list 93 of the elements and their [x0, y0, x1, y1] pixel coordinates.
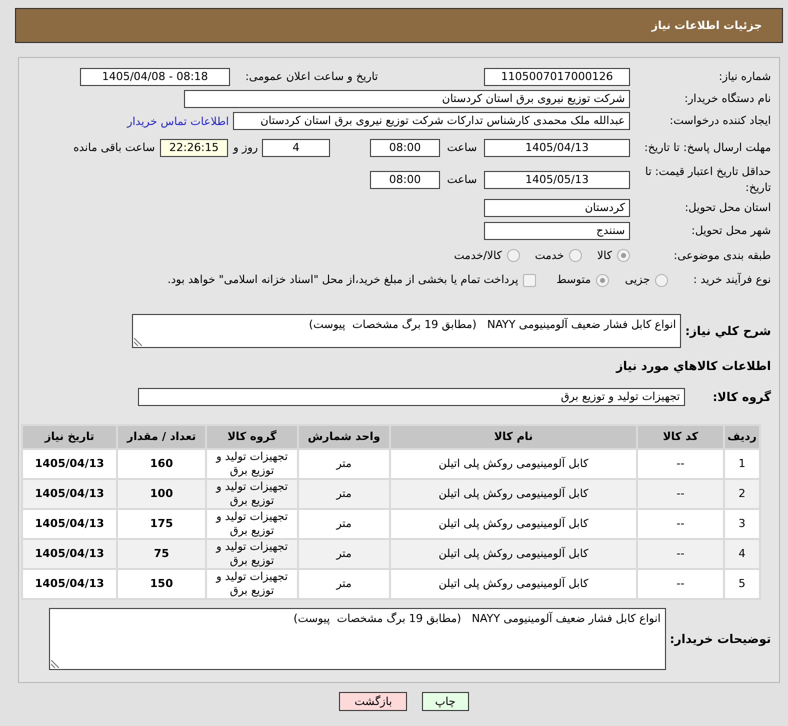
- buyer-contact-link[interactable]: اطلاعات تماس خریدار: [127, 114, 229, 128]
- field-label: مهلت ارسال پاسخ: تا تاریخ:: [643, 140, 771, 156]
- table-cell: متر: [299, 540, 389, 568]
- section-label: توضیحات خریدار:: [670, 631, 771, 647]
- table-cell: --: [638, 540, 723, 568]
- radio-button[interactable]: [506, 249, 520, 262]
- column-header: تاریخ نیاز: [23, 426, 116, 448]
- description-field[interactable]: انواع کابل فشار ضعیف آلومینیومی NAYY (مطابق 19 برگ مشخصات پیوست): [132, 314, 682, 348]
- field-label: روز و: [232, 140, 258, 156]
- table-cell: کابل آلومینیومی روکش پلی اتیلن: [391, 510, 636, 538]
- table-cell: کابل آلومینیومی روکش پلی اتیلن: [391, 540, 636, 568]
- column-header: تعداد / مقدار: [118, 426, 205, 448]
- table-cell: 100: [118, 480, 205, 508]
- radio-label: متوسط: [556, 272, 591, 288]
- column-header: گروه کالا: [207, 426, 297, 448]
- table-cell: 1405/04/13: [23, 510, 116, 538]
- column-header: کد کالا: [638, 426, 723, 448]
- announcement-date-field[interactable]: 1405/04/08 - 08:18: [80, 68, 230, 86]
- table-cell: متر: [299, 450, 389, 478]
- table-cell: 1: [725, 450, 759, 478]
- table-cell: 1405/04/13: [23, 570, 116, 598]
- city-field[interactable]: سنندج: [484, 222, 630, 240]
- radio-button[interactable]: [569, 249, 582, 262]
- section-label: گروه کالا:: [712, 389, 771, 405]
- column-header: واحد شمارش: [299, 426, 389, 448]
- page-title: جزئیات اطلاعات نیاز: [652, 19, 762, 32]
- resize-grip-icon[interactable]: [50, 660, 59, 668]
- table-cell: 1405/04/13: [23, 480, 116, 508]
- radio-label: کالا/خدمت: [454, 248, 502, 264]
- validity-time-field[interactable]: 08:00: [370, 171, 440, 189]
- print-button[interactable]: چاپ: [422, 692, 469, 711]
- requester-field[interactable]: عبدالله ملک محمدی کارشناس تدارکات شرکت توزیع نیروی برق استان کردستان: [233, 112, 630, 130]
- goods-group-field[interactable]: تجهیزات تولید و توزیع برق: [138, 388, 685, 406]
- table-cell: متر: [299, 570, 389, 598]
- radio-button[interactable]: [617, 249, 630, 262]
- days-field[interactable]: 4: [262, 138, 330, 156]
- field-label: استان محل تحویل:: [684, 200, 771, 216]
- validity-date-field[interactable]: 1405/05/13: [484, 171, 630, 189]
- table-cell: کابل آلومینیومی روکش پلی اتیلن: [391, 450, 636, 478]
- table-cell: تجهیزات تولید و توزیع برق: [207, 450, 297, 478]
- table-cell: --: [638, 510, 723, 538]
- field-label: شماره نیاز:: [718, 69, 771, 85]
- table-cell: تجهیزات تولید و توزیع برق: [207, 510, 297, 538]
- checkbox[interactable]: [523, 274, 536, 286]
- field-label: ساعت: [446, 172, 478, 188]
- radio-label: خدمت: [534, 248, 564, 264]
- table-cell: 3: [725, 510, 759, 538]
- field-label: طبقه بندی موضوعی:: [672, 248, 771, 264]
- table-cell: 75: [118, 540, 205, 568]
- resize-grip-icon[interactable]: [134, 338, 142, 346]
- field-label: نوع فرآیند خرید :: [692, 272, 771, 288]
- table-cell: تجهیزات تولید و توزیع برق: [207, 540, 297, 568]
- column-header: ردیف: [725, 426, 759, 448]
- field-label: تاریخ و ساعت اعلان عمومی:: [244, 69, 378, 85]
- table-cell: کابل آلومینیومی روکش پلی اتیلن: [391, 570, 636, 598]
- field-label: ایجاد کننده درخواست:: [668, 113, 771, 129]
- checkbox-label: پرداخت تمام یا بخشی از مبلغ خرید،از محل "اسناد خزانه اسلامی" خواهد بود.: [168, 272, 518, 288]
- remaining-time-field[interactable]: 22:26:15: [160, 138, 228, 156]
- buyer-notes-field[interactable]: انواع کابل فشار ضعیف آلومینیومی NAYY (مطابق 19 برگ مشخصات پیوست): [48, 608, 666, 670]
- table-cell: 1405/04/13: [23, 540, 116, 568]
- section-title: اطلاعات کالاهاي مورد نیاز: [616, 358, 771, 374]
- field-label: نام دستگاه خریدار:: [683, 91, 771, 107]
- table-cell: تجهیزات تولید و توزیع برق: [207, 570, 297, 598]
- radio-label: جزیی: [624, 272, 650, 288]
- table-cell: --: [638, 480, 723, 508]
- table-cell: 150: [118, 570, 205, 598]
- table-cell: --: [638, 570, 723, 598]
- field-label: حداقل تاریخ اعتبار قیمت: تا تاریخ:: [644, 164, 771, 196]
- field-label: شهر محل تحویل:: [690, 222, 771, 238]
- buyer-org-field[interactable]: شرکت توزیع نیروی برق استان کردستان: [184, 90, 630, 108]
- section-label: شرح کلي نیاز:: [685, 323, 771, 339]
- field-label: ساعت باقی مانده: [73, 140, 155, 156]
- table-cell: --: [638, 450, 723, 478]
- radio-label: کالا: [597, 248, 612, 264]
- field-label: ساعت: [446, 140, 478, 156]
- radio-button[interactable]: [596, 274, 609, 286]
- table-cell: 2: [725, 480, 759, 508]
- column-header: نام کالا: [391, 426, 636, 448]
- deadline-time-field[interactable]: 08:00: [370, 138, 440, 156]
- need-number-field[interactable]: 1105007017000126: [484, 68, 630, 86]
- table-cell: تجهیزات تولید و توزیع برق: [207, 480, 297, 508]
- table-cell: متر: [299, 510, 389, 538]
- table-cell: 160: [118, 450, 205, 478]
- table-cell: متر: [299, 480, 389, 508]
- province-field[interactable]: کردستان: [484, 198, 630, 216]
- radio-button[interactable]: [655, 274, 668, 286]
- table-cell: 175: [118, 510, 205, 538]
- table-cell: 5: [725, 570, 759, 598]
- table-cell: کابل آلومینیومی روکش پلی اتیلن: [391, 480, 636, 508]
- back-button[interactable]: بازگشت: [339, 692, 408, 711]
- deadline-date-field[interactable]: 1405/04/13: [484, 138, 630, 156]
- table-cell: 1405/04/13: [23, 450, 116, 478]
- table-cell: 4: [725, 540, 759, 568]
